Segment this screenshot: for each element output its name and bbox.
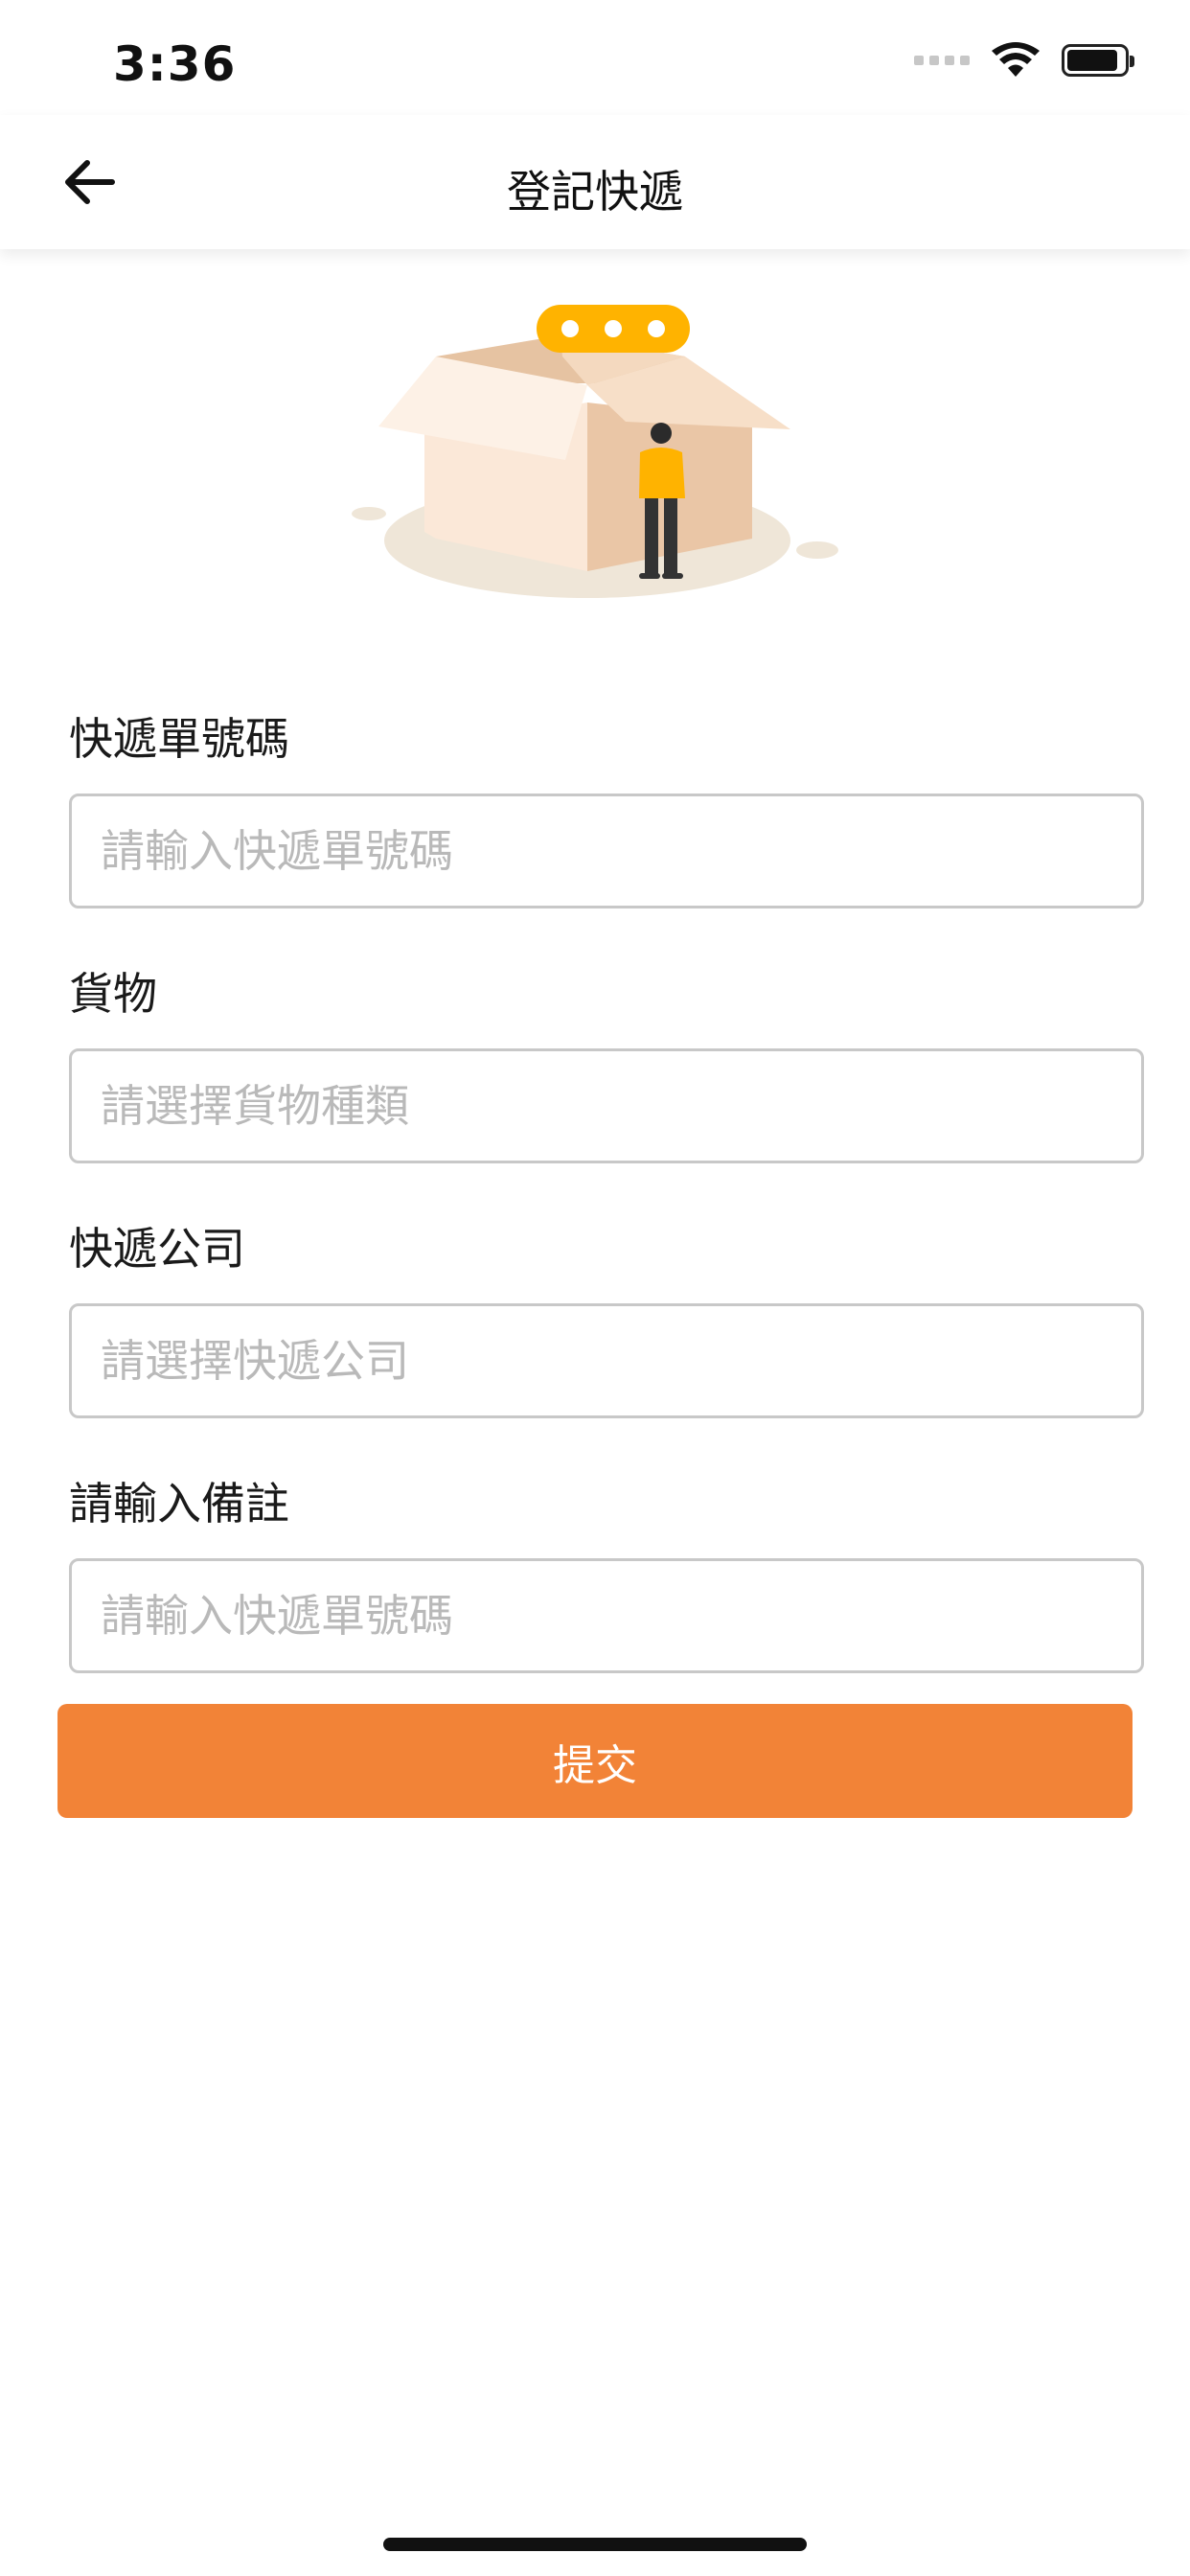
status-icons [914,42,1134,79]
status-bar: 3:36 [0,0,1190,115]
goods-label: 貨物 [69,968,157,1020]
status-time: 3:36 [113,36,237,92]
remarks-label: 請輸入備註 [69,1478,289,1530]
delivery-form: 快遞單號碼 貨物 快遞公司 請輸入備註 [69,671,1144,1690]
wifi-icon [992,42,1040,77]
goods-type-select[interactable] [69,1048,1144,1163]
courier-company-select[interactable] [69,1303,1144,1418]
tracking-number-input[interactable] [69,794,1144,908]
navigation-bar: 登記快遞 [0,115,1190,249]
battery-icon [1062,44,1134,77]
submit-button[interactable]: 提交 [57,1704,1133,1818]
remarks-input[interactable] [69,1558,1144,1673]
package-illustration [352,305,838,598]
home-indicator [383,2538,807,2551]
tracking-number-label: 快遞單號碼 [69,713,289,765]
cellular-signal-icon [914,56,970,65]
page-title: 登記快遞 [507,166,683,218]
courier-company-label: 快遞公司 [69,1223,245,1275]
